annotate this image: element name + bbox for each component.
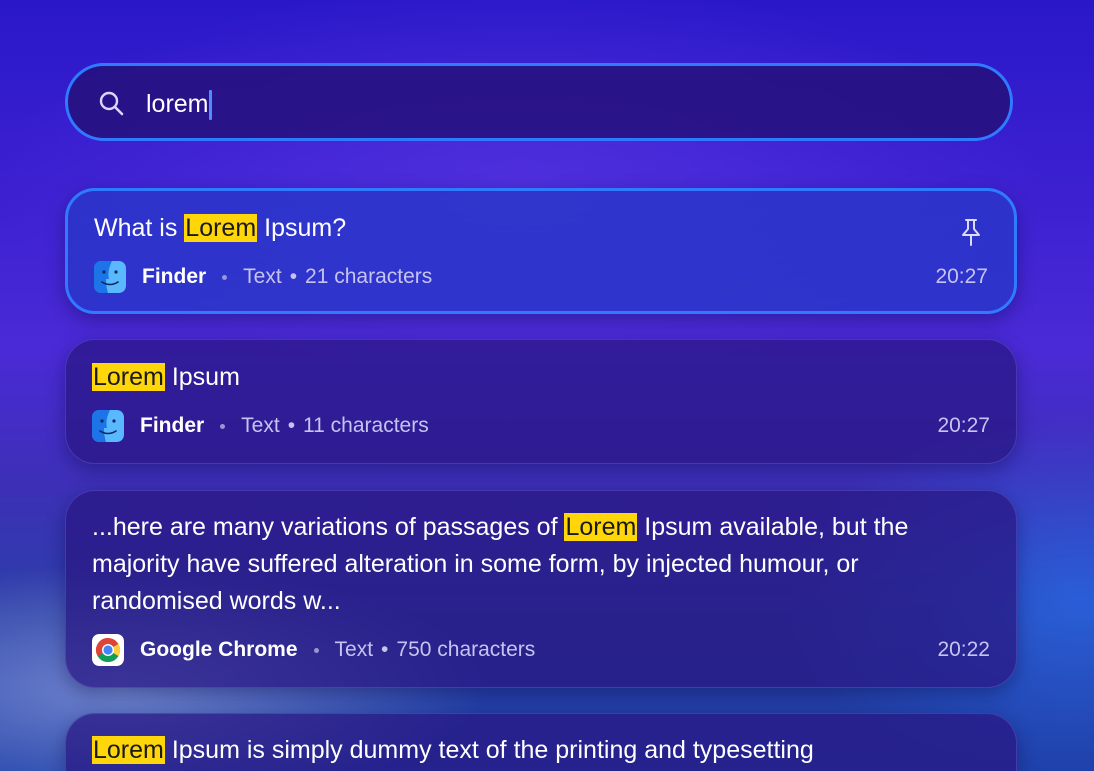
search-match-highlight: Lorem xyxy=(92,736,165,764)
google-chrome-icon xyxy=(92,634,124,666)
separator-dot xyxy=(313,647,319,653)
separator-dot: • xyxy=(381,638,389,661)
source-app-name: Google Chrome xyxy=(140,638,298,661)
text-caret xyxy=(209,90,212,120)
content-type: Text xyxy=(334,638,374,661)
content-type: Text xyxy=(243,265,282,288)
search-match-highlight: Lorem xyxy=(92,363,165,391)
result-item-2[interactable]: Lorem Ipsum Finder Text • 11 characters … xyxy=(65,339,1017,464)
result-title: Lorem Ipsum is simply dummy text of the … xyxy=(92,736,814,764)
result-title: ...here are many variations of passages … xyxy=(92,513,909,615)
result-item-4[interactable]: Lorem Ipsum is simply dummy text of the … xyxy=(65,713,1017,771)
result-title: Lorem Ipsum xyxy=(92,363,240,391)
character-count: 11 characters xyxy=(303,414,429,437)
result-item-1[interactable]: What is Lorem Ipsum? Finder Text • 21 ch… xyxy=(65,188,1017,314)
separator-dot xyxy=(220,423,226,429)
finder-icon xyxy=(92,410,124,442)
search-match-highlight: Lorem xyxy=(564,513,638,541)
source-app-name: Finder xyxy=(142,265,207,288)
separator-dot: • xyxy=(289,265,298,288)
search-input[interactable] xyxy=(146,88,966,120)
timestamp: 20:27 xyxy=(937,414,990,437)
finder-icon xyxy=(94,261,126,293)
separator-dot: • xyxy=(287,414,296,437)
result-item-3[interactable]: ...here are many variations of passages … xyxy=(65,490,1017,688)
timestamp: 20:22 xyxy=(937,638,990,661)
content-type: Text xyxy=(241,414,280,437)
result-meta: Google Chrome Text • 750 characters 20:2… xyxy=(92,634,990,666)
result-meta: Finder Text • 11 characters 20:27 xyxy=(92,410,990,442)
result-meta: Finder Text • 21 characters 20:27 xyxy=(94,261,988,293)
source-app-name: Finder xyxy=(140,414,205,437)
timestamp: 20:27 xyxy=(935,265,988,288)
search-icon xyxy=(99,91,124,116)
result-title: What is Lorem Ipsum? xyxy=(94,214,347,242)
character-count: 21 characters xyxy=(305,265,433,288)
separator-dot xyxy=(222,274,228,280)
search-match-highlight: Lorem xyxy=(184,214,258,242)
pin-icon[interactable] xyxy=(958,217,984,247)
character-count: 750 characters xyxy=(396,638,536,661)
search-bar[interactable] xyxy=(65,63,1013,141)
